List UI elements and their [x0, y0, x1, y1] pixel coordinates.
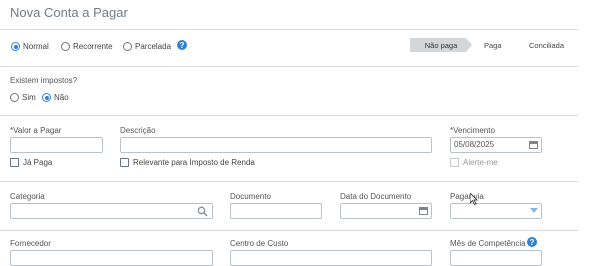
chevron-down-icon	[530, 208, 538, 213]
checkbox-icon	[450, 158, 459, 167]
radio-icon	[10, 93, 19, 102]
divider	[0, 230, 578, 231]
calendar-icon[interactable]	[419, 207, 428, 215]
descricao-input[interactable]	[120, 137, 432, 153]
status-step-paga[interactable]: Paga	[484, 38, 502, 52]
checkbox-alerte: Alerte-me	[450, 158, 498, 167]
pagar-via-label: Pagar via	[450, 192, 484, 201]
status-step-conciliada[interactable]: Conciliada	[529, 38, 564, 52]
radio-label: Recorrente	[73, 42, 113, 51]
radio-normal[interactable]: Normal	[11, 42, 49, 51]
fornecedor-label: Fornecedor	[10, 239, 51, 248]
valor-input[interactable]	[10, 137, 103, 153]
vencimento-label: *Vencimento	[450, 126, 495, 135]
help-icon[interactable]: ?	[527, 237, 537, 247]
data-documento-label: Data do Documento	[340, 192, 412, 201]
checkbox-icon	[10, 158, 19, 167]
radio-recorrente[interactable]: Recorrente	[61, 42, 113, 51]
radio-icon	[11, 42, 20, 51]
impostos-label: Existem impostos?	[10, 76, 78, 85]
checkbox-relevante[interactable]: Relevante para Imposto de Renda	[120, 158, 255, 167]
documento-input[interactable]	[230, 203, 322, 219]
checkbox-icon	[120, 158, 129, 167]
radio-label: Parcelada	[135, 42, 172, 51]
page-title: Nova Conta a Pagar	[10, 5, 128, 20]
help-icon[interactable]: ?	[177, 40, 187, 50]
radio-parcelada[interactable]: Parcelada	[123, 42, 171, 51]
divider	[0, 29, 578, 30]
mes-competencia-input[interactable]	[450, 250, 542, 266]
descricao-label: Descrição	[120, 126, 156, 135]
checkbox-ja-paga[interactable]: Já Paga	[10, 158, 52, 167]
mouse-cursor-icon	[470, 193, 478, 205]
pagar-via-select[interactable]	[450, 203, 542, 219]
radio-label: Não	[54, 93, 69, 102]
search-icon[interactable]	[197, 206, 208, 217]
radio-sim[interactable]: Sim	[10, 93, 36, 102]
radio-icon	[123, 42, 132, 51]
centro-custo-input[interactable]	[230, 250, 432, 266]
checkbox-label: Já Paga	[23, 158, 53, 167]
radio-icon	[61, 42, 70, 51]
checkbox-label: Alerte-me	[463, 158, 498, 167]
radio-label: Sim	[22, 93, 36, 102]
radio-icon	[42, 93, 51, 102]
categoria-input[interactable]	[10, 203, 213, 219]
radio-nao[interactable]: Não	[42, 93, 69, 102]
valor-label: *Valor a Pagar	[10, 126, 62, 135]
radio-label: Normal	[23, 42, 49, 51]
checkbox-label: Relevante para Imposto de Renda	[133, 158, 255, 167]
documento-label: Documento	[230, 192, 271, 201]
centro-custo-label: Centro de Custo	[230, 239, 289, 248]
mes-competencia-label: Mês de Competência	[450, 239, 526, 248]
divider	[0, 66, 578, 67]
calendar-icon[interactable]	[529, 141, 538, 149]
categoria-label: Categoria	[10, 192, 45, 201]
fornecedor-input[interactable]	[10, 250, 213, 266]
divider	[0, 115, 578, 116]
status-step-nao-paga[interactable]: Não paga	[410, 38, 472, 52]
divider	[0, 181, 578, 182]
